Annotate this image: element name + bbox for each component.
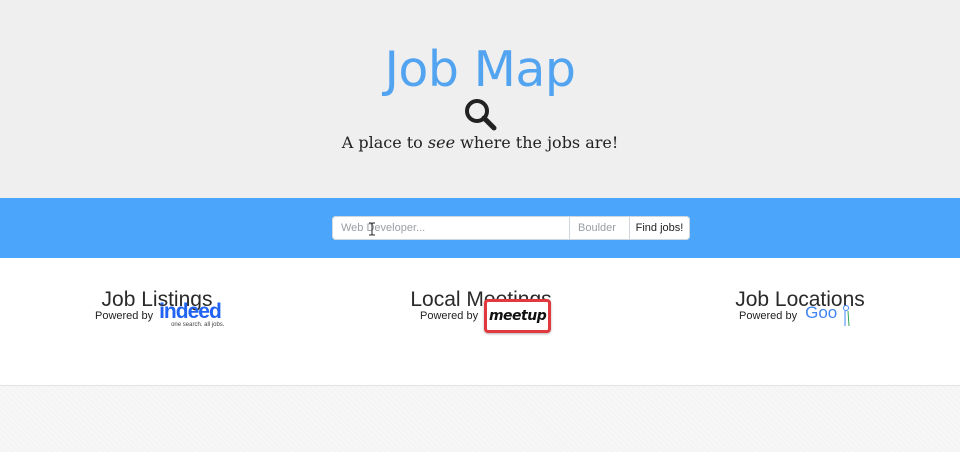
indeed-logo[interactable]: indeed one search. all jobs. — [159, 300, 225, 332]
powered-label: Powered by — [95, 310, 154, 322]
powered-by-google: Powered by Goo — [739, 298, 855, 334]
indeed-tagline: one search. all jobs. — [171, 322, 225, 328]
tagline: A place to see where the jobs are! — [0, 132, 960, 154]
meetup-logo[interactable]: meetup — [484, 299, 552, 333]
search-icon — [465, 99, 497, 131]
find-jobs-button[interactable]: Find jobs! — [630, 216, 690, 240]
tagline-end: where the jobs are! — [455, 133, 619, 152]
tagline-start: A place to — [341, 133, 428, 152]
powered-label: Powered by — [739, 310, 798, 322]
features-section: Job Listings Powered by indeed one searc… — [0, 258, 960, 386]
powered-by-meetup: Powered by meetup — [420, 298, 552, 334]
location-input[interactable] — [570, 216, 630, 240]
footer-background — [0, 386, 960, 452]
powered-by-indeed: Powered by indeed one search. all jobs. — [95, 298, 225, 334]
tagline-emphasis: see — [427, 133, 456, 152]
job-search-form: Find jobs! — [332, 216, 690, 240]
google-logo[interactable]: Goo — [803, 299, 855, 333]
powered-label: Powered by — [420, 310, 479, 322]
pin-icon — [843, 305, 850, 327]
page-title: Job Map — [384, 41, 576, 98]
text-cursor-icon — [369, 222, 375, 236]
hero-section: Job Map A place to see where the jobs ar… — [0, 0, 960, 198]
google-logo-text: Goo — [805, 303, 838, 322]
search-bar-section: Find jobs! — [0, 198, 960, 258]
meetup-logo-text: meetup — [488, 308, 547, 324]
